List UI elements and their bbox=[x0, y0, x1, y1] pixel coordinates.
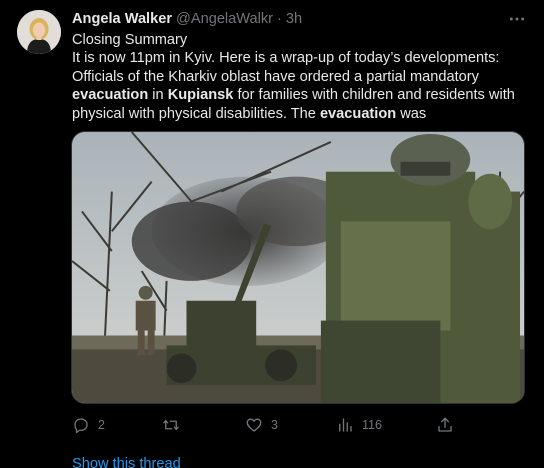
retweet-button[interactable] bbox=[162, 412, 180, 438]
media-photo bbox=[72, 132, 524, 403]
reply-count: 2 bbox=[98, 418, 105, 432]
text-run: physical with physical disabilities. The bbox=[72, 105, 320, 122]
highlight-word: Kupiansk bbox=[167, 87, 234, 104]
views-count: 116 bbox=[362, 418, 382, 432]
tweet-text-line: physical with physical disabilities. The… bbox=[72, 105, 532, 123]
show-thread-link[interactable]: Show this thread bbox=[72, 456, 181, 468]
views-button[interactable]: 116 bbox=[336, 412, 382, 438]
tweet[interactable]: Angela Walker @AngelaWalkr · 3h Closing … bbox=[0, 0, 544, 468]
reply-icon bbox=[74, 418, 88, 434]
text-run: for families with children and residents… bbox=[233, 87, 515, 104]
tweet-text-line: Closing Summary bbox=[72, 32, 188, 48]
timestamp[interactable]: 3h bbox=[286, 11, 302, 27]
tweet-header: Angela Walker @AngelaWalkr · 3h bbox=[72, 10, 302, 28]
header-separator: · bbox=[277, 11, 282, 27]
tweet-text-line: evacuation in Kupiansk for families with… bbox=[72, 86, 532, 104]
views-chart-icon bbox=[339, 418, 352, 432]
highlight-word: evacuation bbox=[319, 105, 397, 122]
author-handle[interactable]: @AngelaWalkr bbox=[176, 11, 273, 27]
more-horizontal-icon bbox=[509, 17, 525, 21]
avatar[interactable] bbox=[17, 10, 61, 54]
highlight-word: evacuation bbox=[72, 87, 149, 104]
like-button[interactable]: 3 bbox=[245, 412, 278, 438]
retweet-icon bbox=[163, 419, 179, 431]
text-run: was bbox=[396, 105, 427, 122]
more-button[interactable] bbox=[504, 8, 530, 30]
author-name[interactable]: Angela Walker bbox=[72, 11, 172, 27]
tweet-text: Closing Summary It is now 11pm in Kyiv. … bbox=[72, 31, 532, 123]
text-run: in bbox=[148, 87, 168, 104]
avatar-photo bbox=[17, 10, 61, 54]
tweet-text-line: It is now 11pm in Kyiv. Here is a wrap-u… bbox=[72, 50, 500, 67]
tweet-media[interactable] bbox=[71, 131, 525, 404]
reply-button[interactable]: 2 bbox=[72, 412, 105, 438]
tweet-text-line: Officials of the Kharkiv oblast have ord… bbox=[72, 68, 479, 85]
tweet-actions: 2 3 116 bbox=[70, 412, 470, 438]
share-icon bbox=[438, 417, 452, 432]
share-button[interactable] bbox=[436, 412, 454, 438]
heart-icon bbox=[246, 418, 262, 432]
like-count: 3 bbox=[271, 418, 278, 432]
